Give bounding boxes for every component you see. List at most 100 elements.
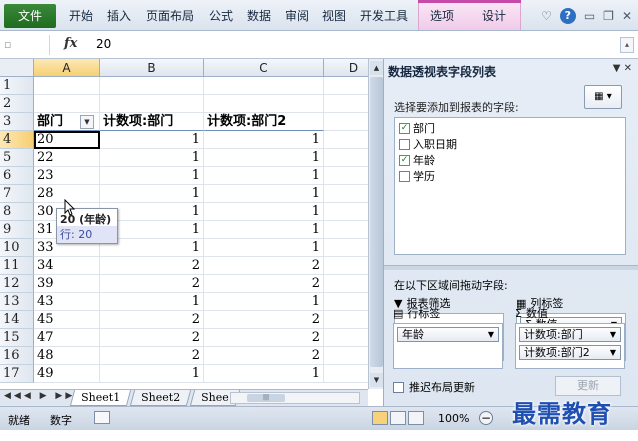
row-labels-area[interactable]: 年龄 ▼ bbox=[393, 323, 503, 369]
row-header[interactable]: 3 bbox=[0, 113, 34, 131]
row-header[interactable]: 15 bbox=[0, 329, 34, 347]
grid-cell[interactable] bbox=[324, 149, 368, 167]
values-area[interactable]: 计数项:部门 ▼ 计数项:部门2 ▼ bbox=[515, 323, 625, 369]
grid-cell[interactable] bbox=[324, 131, 368, 149]
grid-cell[interactable]: 1 bbox=[204, 365, 324, 383]
grid-cell[interactable] bbox=[34, 77, 100, 95]
row-header[interactable]: 1 bbox=[0, 77, 34, 95]
row-header[interactable]: 13 bbox=[0, 293, 34, 311]
row-header[interactable]: 14 bbox=[0, 311, 34, 329]
grid-cell[interactable] bbox=[324, 167, 368, 185]
row-header[interactable]: 7 bbox=[0, 185, 34, 203]
grid-cell[interactable]: 2 bbox=[204, 311, 324, 329]
grid-cell[interactable]: 1 bbox=[100, 365, 204, 383]
filter-dropdown-icon[interactable]: ▼ bbox=[80, 115, 94, 129]
grid-cell[interactable] bbox=[324, 257, 368, 275]
field-item-department[interactable]: ✓ 部门 bbox=[399, 120, 621, 136]
grid-cell[interactable] bbox=[100, 95, 204, 113]
row-header[interactable]: 9 bbox=[0, 221, 34, 239]
normal-view-icon[interactable] bbox=[372, 411, 388, 425]
grid-cell[interactable]: 1 bbox=[204, 239, 324, 257]
pane-splitter[interactable] bbox=[384, 265, 638, 270]
tab-home[interactable]: 开始 bbox=[69, 7, 93, 24]
grid-cell[interactable]: 43 bbox=[34, 293, 100, 311]
grid-cell[interactable]: 1 bbox=[100, 185, 204, 203]
tab-design[interactable]: 设计 bbox=[482, 7, 506, 24]
grid-cell[interactable] bbox=[100, 77, 204, 95]
column-header-c[interactable]: C bbox=[204, 59, 324, 77]
update-button[interactable]: 更新 bbox=[555, 376, 621, 396]
grid-cell[interactable]: 2 bbox=[100, 329, 204, 347]
grid-cell[interactable]: 23 bbox=[34, 167, 100, 185]
tab-file[interactable]: 文件 bbox=[4, 4, 56, 28]
page-layout-view-icon[interactable] bbox=[390, 411, 406, 425]
zoom-level[interactable]: 100% bbox=[438, 412, 469, 425]
row-header[interactable]: 4 bbox=[0, 131, 34, 149]
grid-cell[interactable]: 1 bbox=[100, 149, 204, 167]
sheet-tab-1[interactable]: Sheet1 bbox=[69, 390, 132, 406]
grid-cell[interactable] bbox=[324, 113, 368, 131]
horizontal-scroll-thumb[interactable]: ||| bbox=[247, 394, 285, 402]
grid-cell[interactable]: 1 bbox=[204, 167, 324, 185]
grid-cell[interactable]: 1 bbox=[204, 293, 324, 311]
grid-cell[interactable]: 47 bbox=[34, 329, 100, 347]
checkbox-education[interactable] bbox=[399, 170, 410, 182]
grid-cell[interactable]: 49 bbox=[34, 365, 100, 383]
grid-cell[interactable]: 2 bbox=[204, 329, 324, 347]
column-header-b[interactable]: B bbox=[100, 59, 204, 77]
worksheet-grid[interactable]: A B C D 1 2 3 部门 ▼ 计数项:部门 计数项:部门2 4 20 1 1 5 22 1 1 6 23… bbox=[0, 59, 368, 389]
grid-cell[interactable]: 2 bbox=[100, 257, 204, 275]
column-header-a[interactable]: A bbox=[34, 59, 100, 77]
grid-cell[interactable] bbox=[324, 239, 368, 257]
grid-cell[interactable]: 1 bbox=[204, 203, 324, 221]
grid-cell[interactable]: 48 bbox=[34, 347, 100, 365]
checkbox-age[interactable]: ✓ bbox=[399, 154, 410, 166]
row-header[interactable]: 5 bbox=[0, 149, 34, 167]
page-break-view-icon[interactable] bbox=[408, 411, 424, 425]
sheet-nav-arrows-icon[interactable]: ◀◀◀ ▶ ▶▶ bbox=[4, 391, 75, 401]
tab-data[interactable]: 数据 bbox=[247, 7, 271, 24]
grid-cell[interactable] bbox=[324, 347, 368, 365]
grid-cell[interactable] bbox=[324, 221, 368, 239]
minimize-icon[interactable]: ▭ bbox=[584, 9, 595, 23]
row-header[interactable]: 17 bbox=[0, 365, 34, 383]
checkbox-defer-update[interactable] bbox=[393, 381, 404, 393]
vertical-scrollbar[interactable]: ▲ ▼ bbox=[368, 59, 383, 389]
grid-cell[interactable] bbox=[34, 95, 100, 113]
grid-cell[interactable]: 34 bbox=[34, 257, 100, 275]
grid-cell[interactable] bbox=[324, 203, 368, 221]
value-field-count-department[interactable]: 计数项:部门 ▼ bbox=[519, 327, 621, 342]
row-header[interactable]: 11 bbox=[0, 257, 34, 275]
column-header-d[interactable]: D bbox=[324, 59, 368, 77]
grid-cell[interactable] bbox=[324, 185, 368, 203]
formula-expand-icon[interactable]: ▴ bbox=[620, 37, 634, 53]
row-header[interactable]: 16 bbox=[0, 347, 34, 365]
grid-cell[interactable]: 2 bbox=[204, 275, 324, 293]
pivot-header-cell[interactable]: 计数项:部门 bbox=[100, 113, 204, 131]
scroll-up-icon[interactable]: ▲ bbox=[370, 61, 383, 75]
macro-record-icon[interactable] bbox=[94, 411, 110, 424]
grid-cell[interactable] bbox=[324, 275, 368, 293]
row-header[interactable]: 2 bbox=[0, 95, 34, 113]
tab-review[interactable]: 审阅 bbox=[285, 7, 309, 24]
sheet-tab-2[interactable]: Sheet2 bbox=[129, 390, 192, 406]
row-header[interactable]: 8 bbox=[0, 203, 34, 221]
field-layout-button[interactable]: ▦ ▾ bbox=[584, 85, 622, 109]
tab-view[interactable]: 视图 bbox=[322, 7, 346, 24]
ribbon-collapse-icon[interactable]: ♡ bbox=[541, 9, 552, 23]
formula-input[interactable]: 20 bbox=[96, 37, 111, 51]
value-field-count-department2[interactable]: 计数项:部门2 ▼ bbox=[519, 345, 621, 360]
restore-icon[interactable]: ❐ bbox=[603, 9, 614, 23]
grid-cell[interactable]: 1 bbox=[100, 167, 204, 185]
pane-options-icon[interactable]: ▼ ✕ bbox=[613, 63, 632, 74]
row-header[interactable]: 6 bbox=[0, 167, 34, 185]
grid-cell[interactable] bbox=[204, 95, 324, 113]
row-header[interactable]: 10 bbox=[0, 239, 34, 257]
pivot-header-cell[interactable]: 部门 ▼ bbox=[34, 113, 100, 131]
checkbox-hire-date[interactable] bbox=[399, 138, 410, 150]
name-box[interactable]: ▫ bbox=[0, 35, 50, 55]
grid-cell[interactable]: 20 bbox=[34, 131, 100, 149]
grid-cell[interactable] bbox=[324, 293, 368, 311]
grid-cell[interactable] bbox=[324, 329, 368, 347]
insert-function-icon[interactable]: fx bbox=[64, 36, 77, 51]
